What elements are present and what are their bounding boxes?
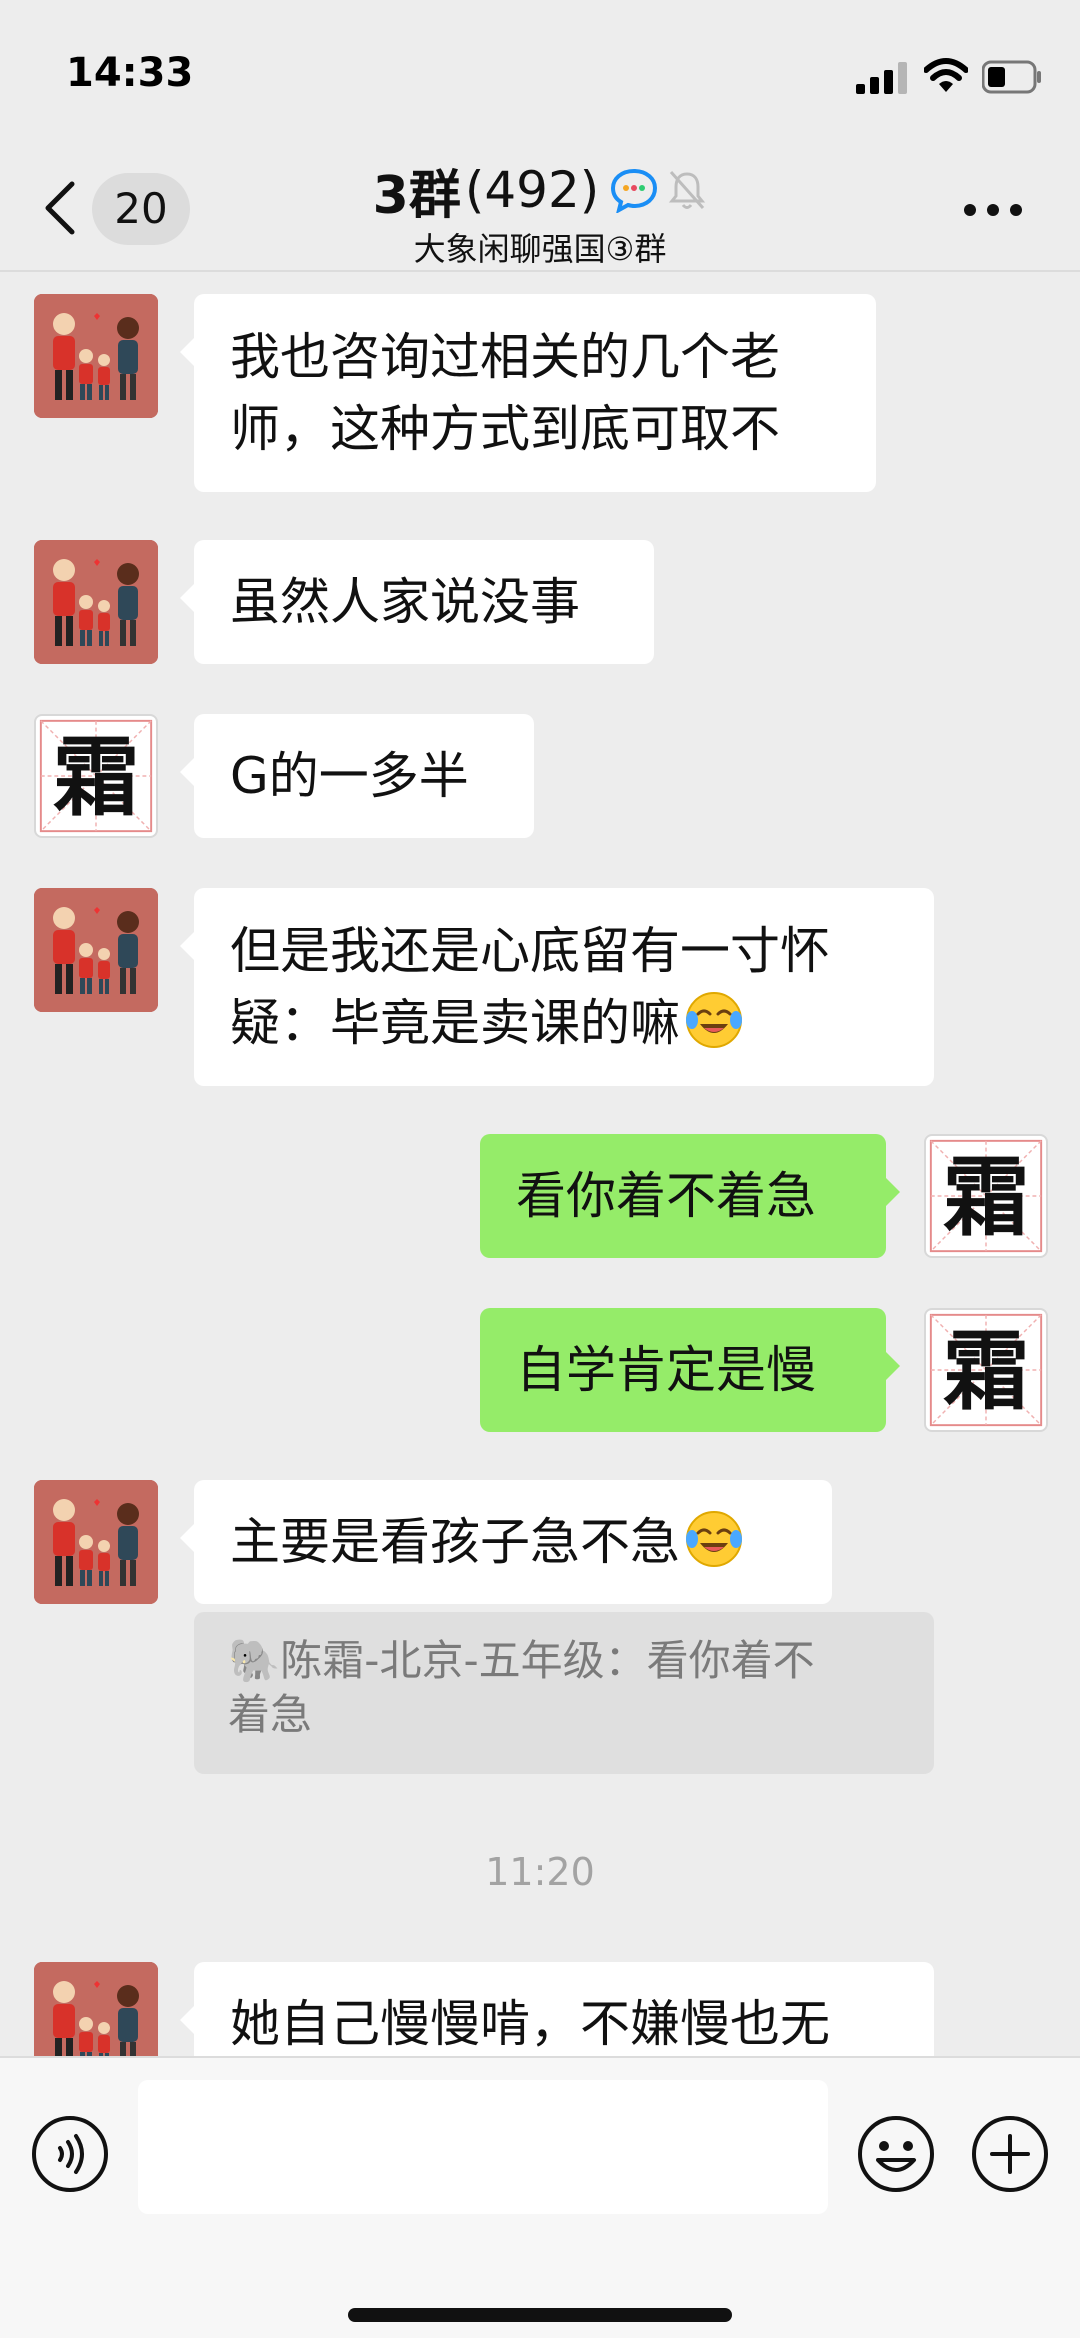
input-bar xyxy=(0,2056,1080,2338)
message-text: G的一多半 xyxy=(230,747,469,805)
message-input[interactable] xyxy=(138,2080,828,2214)
tears-of-joy-emoji xyxy=(686,992,742,1048)
message-bubble[interactable]: 但是我还是心底留有一寸怀 疑：毕竟是卖课的嘛 xyxy=(180,888,934,1086)
frost-avatar[interactable]: 霜 xyxy=(924,1134,1048,1258)
family-avatar[interactable] xyxy=(34,294,158,418)
quote-text-cont: 着急 xyxy=(228,1690,313,1739)
frost-avatar[interactable]: 霜 xyxy=(924,1308,1048,1432)
time-separator: 11:20 xyxy=(485,1850,595,1894)
plus-circle-icon[interactable] xyxy=(970,2114,1050,2194)
cellular-signal-icon xyxy=(856,62,907,94)
message-text: 师，这种方式到底可取不 xyxy=(230,400,780,458)
chat-bubble-brand-icon xyxy=(611,168,658,213)
family-illustration xyxy=(34,1962,158,2056)
message-text: 但是我还是心底留有一寸怀 xyxy=(230,922,830,980)
frost-glyph: 霜 xyxy=(943,1147,1029,1248)
message-bubble[interactable]: 自学肯定是慢 xyxy=(480,1308,900,1432)
chat-title-row[interactable]: 3群 (492) xyxy=(0,156,1080,226)
family-illustration xyxy=(34,888,158,1012)
frost-avatar[interactable]: 霜 xyxy=(34,714,158,838)
family-avatar[interactable] xyxy=(34,540,158,664)
family-avatar[interactable] xyxy=(34,1480,158,1604)
message-list[interactable]: 我也咨询过相关的几个老 师，这种方式到底可取不 虽然人家说没事 霜 G的一多半 … xyxy=(0,272,1080,2056)
voice-input-icon[interactable] xyxy=(30,2114,110,2194)
family-illustration xyxy=(34,1480,158,1604)
quote-text: 陈霜-北京-五年级：看你着不 xyxy=(280,1636,815,1685)
status-bar: 14:33 xyxy=(0,0,1080,150)
tears-of-joy-emoji xyxy=(686,1511,742,1567)
frost-glyph: 霜 xyxy=(53,727,139,828)
message-text-span: 主要是看孩子急不急 xyxy=(230,1513,680,1571)
message-bubble[interactable]: G的一多半 xyxy=(180,714,534,838)
family-illustration xyxy=(34,294,158,418)
message-bubble[interactable]: 她自己慢慢啃，不嫌慢也无 xyxy=(180,1962,934,2056)
message-text: 看你着不着急 xyxy=(516,1167,816,1225)
member-count: (492) xyxy=(464,161,600,219)
message-text: 疑：毕竟是卖课的嘛 xyxy=(230,987,898,1059)
home-indicator[interactable] xyxy=(348,2308,732,2322)
quote-line: 🐘陈霜-北京-五年级：看你着不 xyxy=(228,1634,900,1688)
elephant-emoji: 🐘 xyxy=(228,1636,281,1685)
message-bubble[interactable]: 我也咨询过相关的几个老 师，这种方式到底可取不 xyxy=(180,294,876,492)
message-bubble[interactable]: 虽然人家说没事 xyxy=(180,540,654,664)
smiley-face-icon[interactable] xyxy=(856,2114,936,2194)
battery-icon xyxy=(982,60,1041,94)
message-text: 主要是看孩子急不急 xyxy=(230,1480,796,1604)
chat-title: 3群 xyxy=(372,165,461,226)
message-bubble[interactable]: 看你着不着急 xyxy=(480,1134,900,1258)
message-text: 虽然人家说没事 xyxy=(230,573,580,631)
bell-muted-icon xyxy=(669,171,706,209)
message-text: 她自己慢慢啃，不嫌慢也无 xyxy=(230,1995,830,2053)
wifi-icon xyxy=(924,58,968,92)
status-time: 14:33 xyxy=(66,50,194,96)
family-illustration xyxy=(34,540,158,664)
frost-glyph: 霜 xyxy=(943,1321,1029,1422)
message-text-span: 疑：毕竟是卖课的嘛 xyxy=(230,994,680,1052)
message-text: 自学肯定是慢 xyxy=(516,1341,816,1399)
quoted-message[interactable]: 🐘陈霜-北京-五年级：看你着不 着急 xyxy=(194,1612,934,1774)
message-bubble[interactable]: 主要是看孩子急不急 xyxy=(180,1480,832,1604)
message-text: 我也咨询过相关的几个老 xyxy=(230,328,780,386)
more-dots-icon[interactable] xyxy=(962,202,1024,218)
chat-header: 20 3群 (492) 大象闲聊强国③群 xyxy=(0,150,1080,272)
group-subtitle: 大象闲聊强国③群 xyxy=(413,230,667,268)
family-avatar[interactable] xyxy=(34,1962,158,2056)
family-avatar[interactable] xyxy=(34,888,158,1012)
